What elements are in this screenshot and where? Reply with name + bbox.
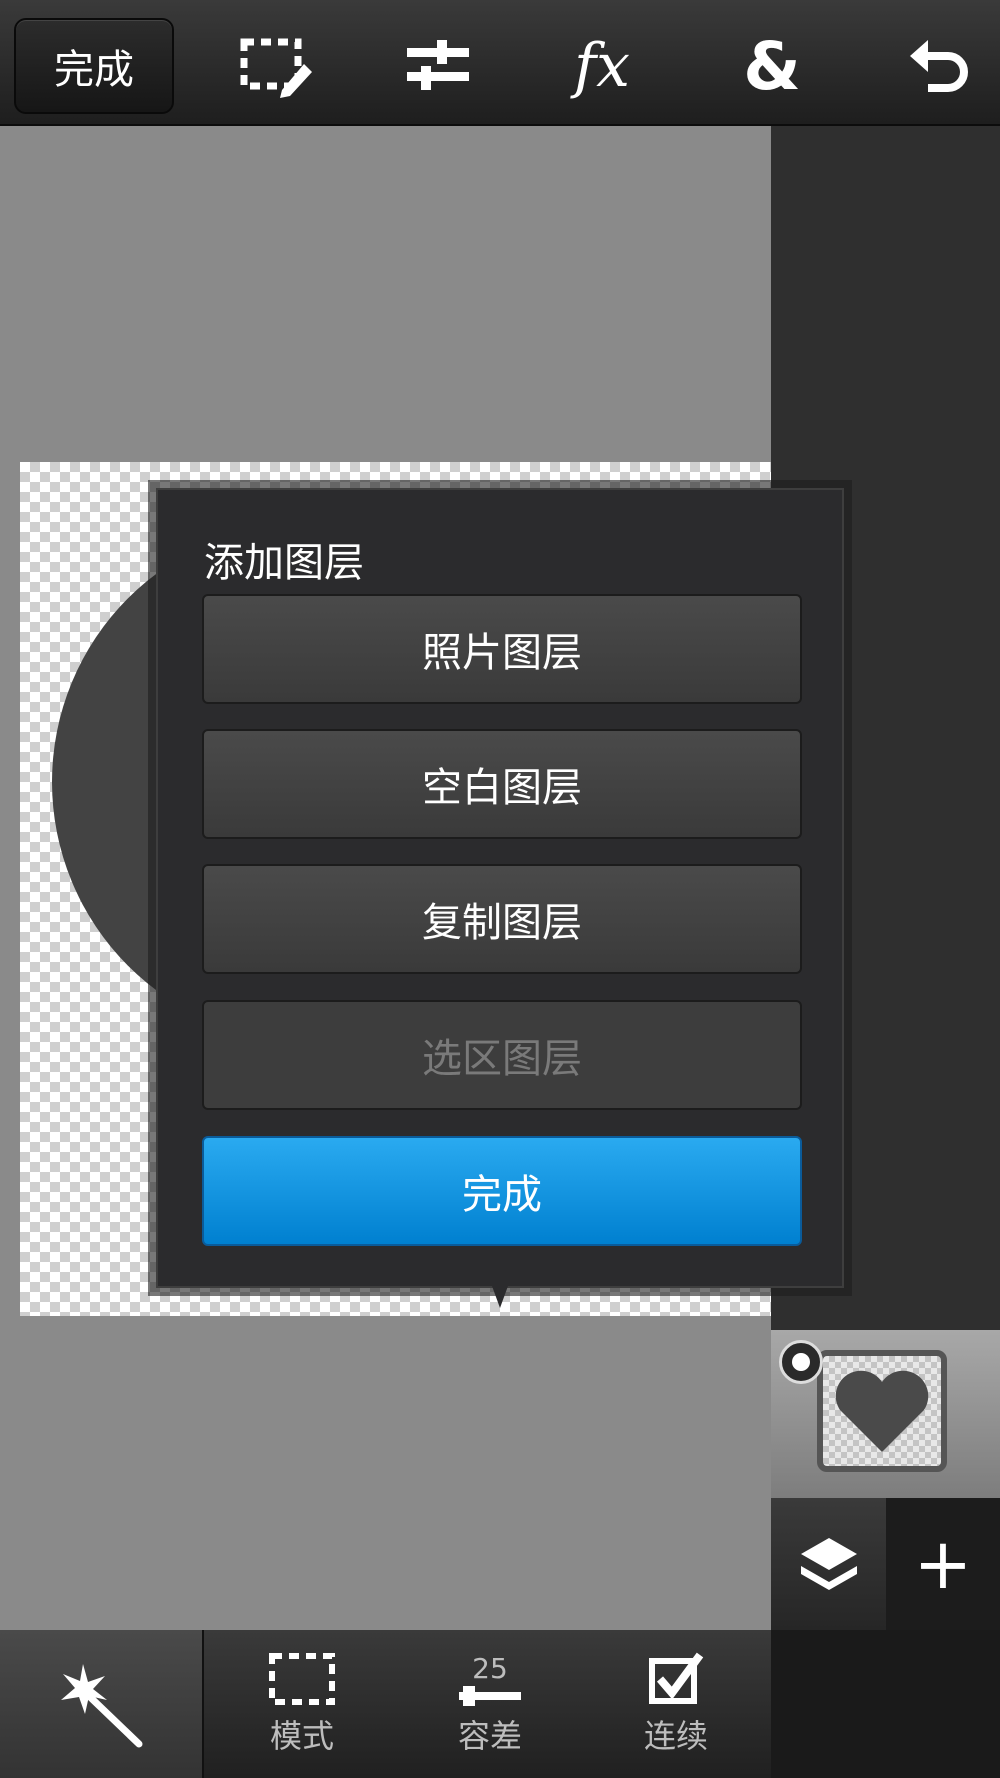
checkbox-checked-icon	[649, 1652, 704, 1704]
done-button[interactable]: 完成	[14, 18, 174, 114]
mode-icon	[269, 1653, 335, 1705]
dialog-title: 添加图层	[204, 540, 364, 586]
magic-wand-icon[interactable]	[0, 1630, 204, 1778]
dialog-done-button[interactable]: 完成	[202, 1136, 802, 1246]
undo-icon[interactable]	[900, 26, 980, 106]
photo-layer-button[interactable]: 照片图层	[202, 594, 802, 704]
layer-select-radio[interactable]	[779, 1340, 823, 1384]
layer-thumbnail-strip	[771, 1330, 1000, 1498]
fx-icon[interactable]: fx	[562, 26, 642, 106]
top-toolbar: 完成 fx &	[0, 0, 1000, 126]
bottom-toolbar: 模式 25 容差 连续	[0, 1630, 1000, 1778]
heart-icon	[835, 1370, 929, 1452]
adjustments-icon[interactable]	[398, 26, 478, 106]
dialog-pointer	[492, 1286, 508, 1308]
ampersand-icon[interactable]: &	[732, 26, 812, 106]
layer-thumbnail[interactable]	[817, 1350, 947, 1472]
selection-edit-icon[interactable]	[236, 26, 316, 106]
duplicate-layer-button[interactable]: 复制图层	[202, 864, 802, 974]
contiguous-label: 连续	[643, 1717, 708, 1755]
mode-tool[interactable]: 模式	[212, 1630, 392, 1778]
mode-label: 模式	[269, 1717, 334, 1755]
tolerance-value: 25	[472, 1651, 508, 1685]
contiguous-tool[interactable]: 连续	[586, 1630, 766, 1778]
tolerance-tool[interactable]: 25 容差	[400, 1630, 580, 1778]
tolerance-label: 容差	[457, 1716, 522, 1755]
blank-layer-button[interactable]: 空白图层	[202, 729, 802, 839]
layers-icon[interactable]	[771, 1498, 886, 1630]
tolerance-slider-icon	[459, 1685, 521, 1706]
bottom-tools: 模式 25 容差 连续	[0, 1630, 771, 1778]
add-layer-dialog: 添加图层 照片图层 空白图层 复制图层 选区图层 完成	[156, 488, 844, 1288]
add-layer-button[interactable]: +	[886, 1498, 1000, 1630]
selection-layer-button: 选区图层	[202, 1000, 802, 1110]
